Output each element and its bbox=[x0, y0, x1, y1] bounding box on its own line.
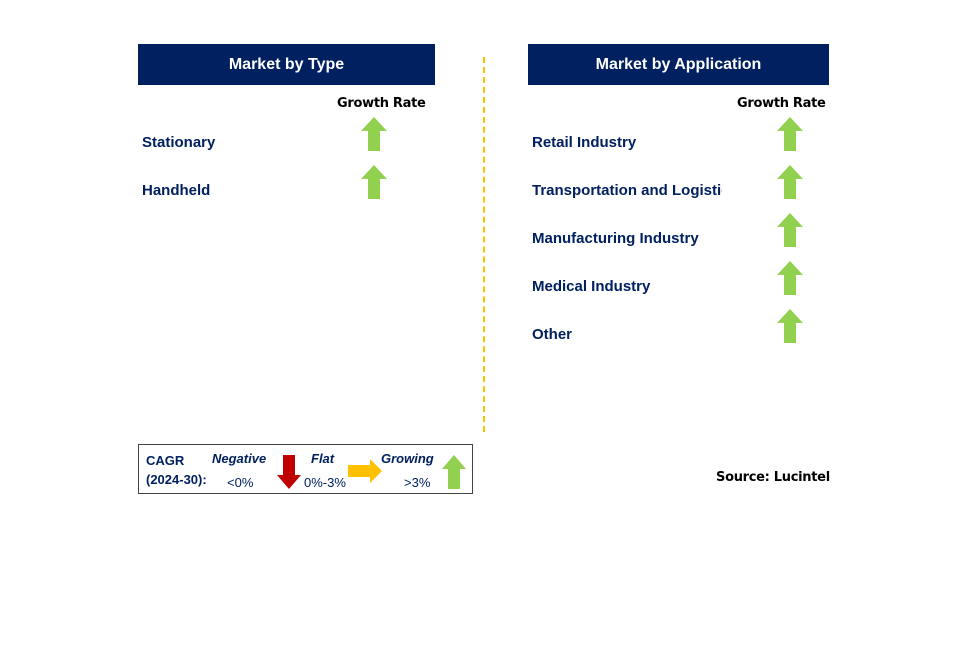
up-arrow-icon bbox=[777, 117, 803, 151]
up-arrow-icon bbox=[361, 117, 387, 151]
segment-label: Stationary bbox=[142, 134, 216, 151]
legend-flat: Flat bbox=[311, 451, 335, 466]
growth-rate-label: Growth Rate bbox=[337, 96, 426, 111]
up-arrow-icon bbox=[442, 455, 466, 489]
legend-cagr: CAGR bbox=[146, 453, 185, 468]
up-arrow-icon bbox=[777, 309, 803, 343]
segment-label: Retail Industry bbox=[532, 134, 637, 151]
segment-label: Transportation and Logistics bbox=[532, 182, 722, 199]
segment-label: Other bbox=[532, 326, 573, 343]
legend-flat-range: 0%-3% bbox=[304, 475, 346, 490]
segment-label: Manufacturing Industry bbox=[532, 230, 699, 247]
cagr-legend: CAGR (2024-30): Negative <0% Flat 0%-3% … bbox=[138, 444, 473, 494]
up-arrow-icon bbox=[361, 165, 387, 199]
legend-negative: Negative bbox=[212, 451, 267, 466]
up-arrow-icon bbox=[777, 261, 803, 295]
divider bbox=[483, 57, 485, 432]
legend-growing-range: >3% bbox=[404, 475, 431, 490]
down-arrow-icon bbox=[277, 455, 301, 489]
market-by-application-header: Market by Application bbox=[528, 44, 829, 85]
legend-negative-range: <0% bbox=[227, 475, 254, 490]
up-arrow-icon bbox=[777, 213, 803, 247]
growth-rate-label: Growth Rate bbox=[737, 96, 826, 111]
header-title: Market by Application bbox=[595, 55, 762, 73]
legend-growing: Growing bbox=[381, 451, 434, 466]
segment-label: Medical Industry bbox=[532, 278, 651, 295]
source-label: Source: Lucintel bbox=[716, 470, 830, 485]
header-title: Market by Type bbox=[228, 55, 345, 73]
up-arrow-icon bbox=[777, 165, 803, 199]
legend-period: (2024-30): bbox=[146, 472, 207, 487]
segment-label: Handheld bbox=[142, 182, 211, 199]
market-by-type-header: Market by Type bbox=[138, 44, 435, 85]
flat-arrow-icon bbox=[348, 459, 382, 483]
